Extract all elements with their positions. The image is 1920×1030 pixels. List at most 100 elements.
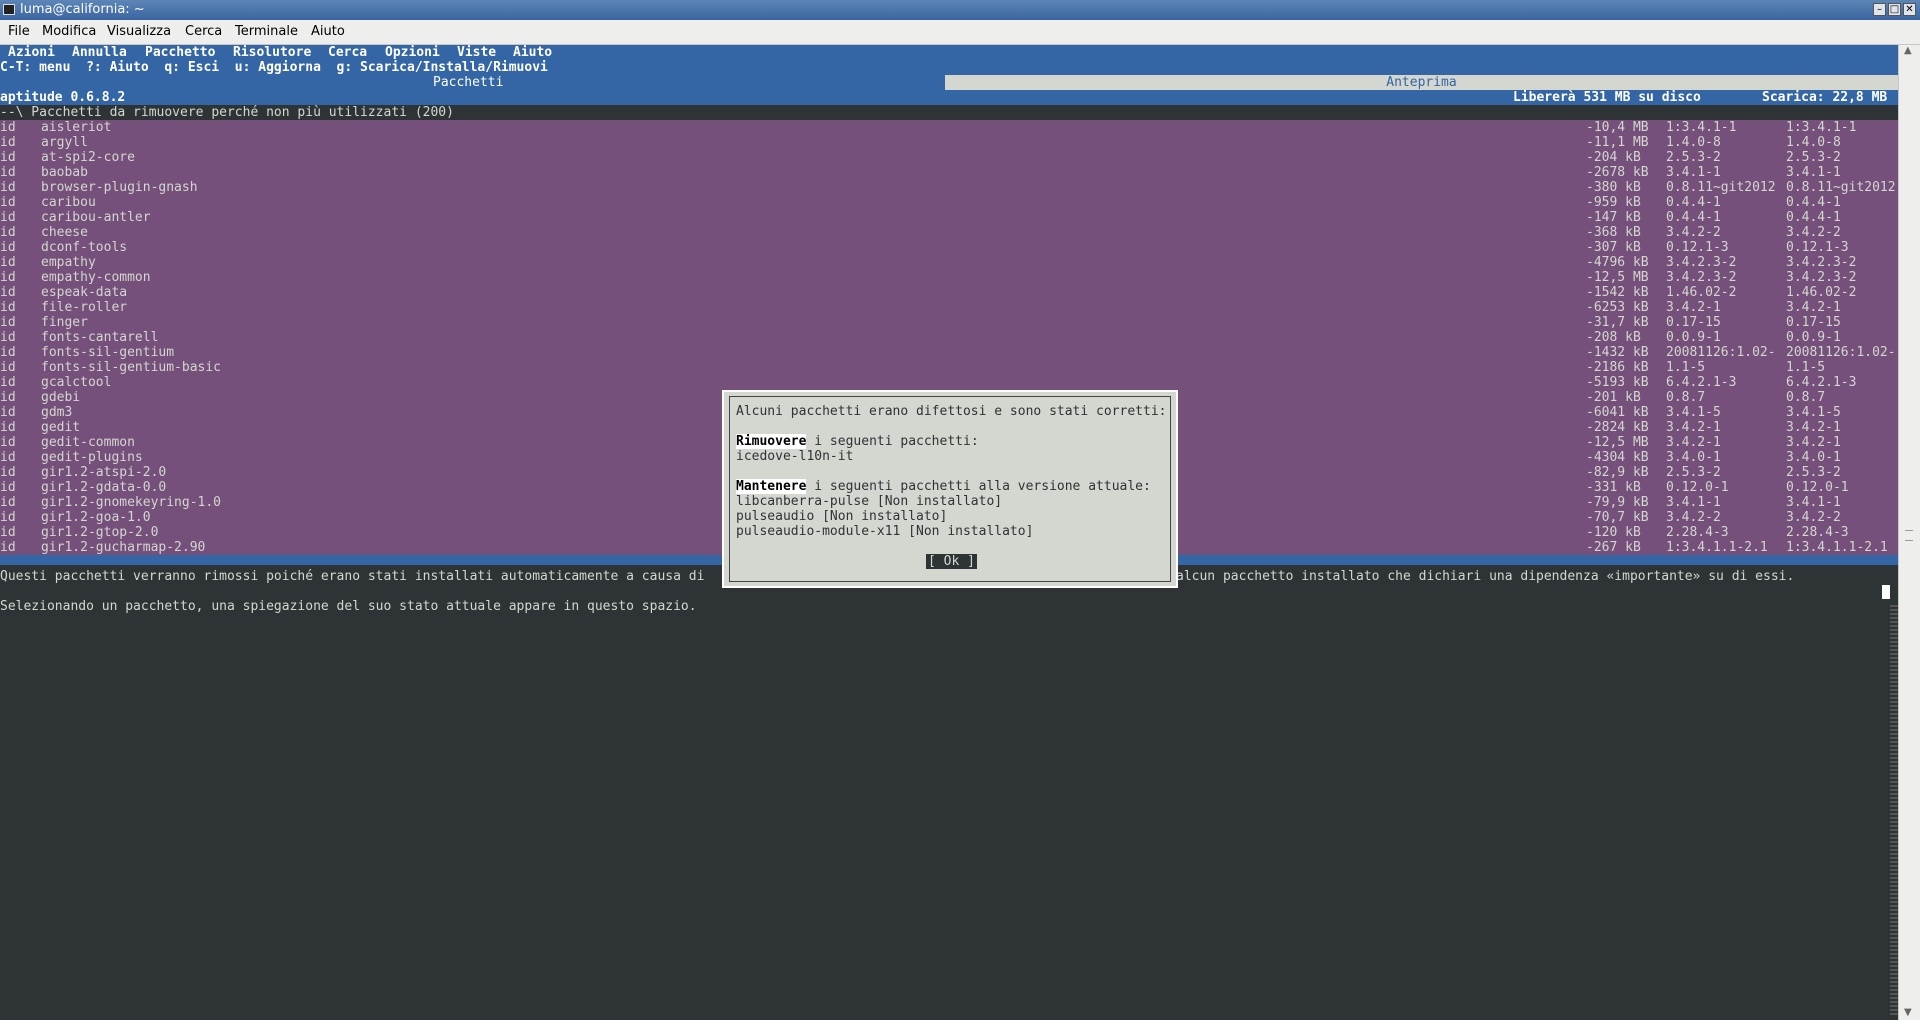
pkg-current-version: 20081126:1.02- [1666,345,1776,360]
package-row[interactable]: id fonts-sil-gentium -1432 kB 20081126:1.02… [0,345,1898,360]
keep-item: pulseaudio-module-x11 [Non installato] [736,524,1034,539]
pkg-size: -147 kB [1586,210,1641,225]
pkg-new-version: 3.4.2-2 [1786,225,1841,240]
package-row[interactable]: id baobab -2678 kB 3.4.1-1 3.4.1-1 [0,165,1898,180]
package-row[interactable]: id caribou-antler -147 kB 0.4.4-1 0.4.4-1 [0,210,1898,225]
apt-menu-annulla[interactable]: Annulla [72,45,127,60]
menu-terminale[interactable]: Terminale [235,24,298,39]
apt-menu-viste[interactable]: Viste [457,45,496,60]
pkg-size: -380 kB [1586,180,1641,195]
tab-anteprima[interactable]: Anteprima [945,75,1898,90]
pkg-flag: id [0,165,16,180]
apt-menu-aiuto[interactable]: Aiuto [513,45,552,60]
pkg-size: -6041 kB [1586,405,1649,420]
fix-dialog: Alcuni pacchetti erano difettosi e sono … [722,390,1178,588]
package-row[interactable]: id gcalctool -5193 kB 6.4.2.1-3 6.4.2.1-3 [0,375,1898,390]
pkg-flag: id [0,150,16,165]
tab-pacchetti[interactable]: Pacchetti [433,75,503,90]
keep-rest: i seguenti pacchetti alla versione attua… [806,479,1151,494]
menu-visualizza[interactable]: Visualizza [107,24,171,39]
pkg-current-version: 1.46.02-2 [1666,285,1737,300]
pkg-size: -208 kB [1586,330,1641,345]
pkg-current-version: 0.12.1-3 [1666,240,1729,255]
close-button[interactable]: ✕ [1903,3,1916,16]
pkg-new-version: 0.8.7 [1786,390,1826,405]
pkg-current-version: 2.5.3-2 [1666,150,1721,165]
pkg-current-version: 3.4.2.3-2 [1666,270,1737,285]
scroll-grip[interactable] [1905,530,1913,541]
pkg-size: -267 kB [1586,540,1641,555]
maximize-button[interactable]: □ [1888,3,1901,16]
pkg-name: fonts-cantarell [41,330,159,345]
pkg-size: -204 kB [1586,150,1641,165]
pkg-new-version: 3.4.2.3-2 [1786,255,1857,270]
pkg-name: gedit-common [41,435,135,450]
minimize-button[interactable]: – [1873,3,1886,16]
pkg-new-version: 0.0.9-1 [1786,330,1841,345]
package-row[interactable]: id aisleriot -10,4 MB 1:3.4.1-1 1:3.4.1-1 [0,120,1898,135]
package-row[interactable]: id empathy-common -12,5 MB 3.4.2.3-2 3.4.2.3… [0,270,1898,285]
pkg-size: -2824 kB [1586,420,1649,435]
package-row[interactable]: id finger -31,7 kB 0.17-15 0.17-15 [0,315,1898,330]
pkg-name: gir1.2-gnomekeyring-1.0 [41,495,222,510]
package-row[interactable]: id dconf-tools -307 kB 0.12.1-3 0.12.1-3 [0,240,1898,255]
package-row[interactable]: id caribou -959 kB 0.4.4-1 0.4.4-1 [0,195,1898,210]
package-row[interactable]: id espeak-data -1542 kB 1.46.02-2 1.46.02-2 [0,285,1898,300]
pkg-name: finger [41,315,88,330]
pkg-flag: id [0,525,16,540]
pkg-flag: id [0,360,16,375]
pkg-new-version: 6.4.2.1-3 [1786,375,1857,390]
pkg-name: fonts-sil-gentium-basic [41,360,222,375]
package-row[interactable]: id at-spi2-core -204 kB 2.5.3-2 2.5.3-2 [0,150,1898,165]
pkg-current-version: 2.5.3-2 [1666,465,1721,480]
pkg-name: file-roller [41,300,128,315]
pkg-new-version: 1.4.0-8 [1786,135,1841,150]
package-row[interactable]: id empathy -4796 kB 3.4.2.3-2 3.4.2.3-2 [0,255,1898,270]
pkg-current-version: 6.4.2.1-3 [1666,375,1737,390]
pkg-flag: id [0,180,16,195]
terminal-cursor [1882,585,1890,599]
apt-menu-cerca[interactable]: Cerca [328,45,367,60]
menu-aiuto[interactable]: Aiuto [311,24,345,39]
pkg-current-version: 2.28.4-3 [1666,525,1729,540]
section-header-row[interactable]: --\ Pacchetti da rimuovere perché non pi… [0,105,1898,120]
scroll-stripe [1890,605,1898,1015]
pkg-new-version: 3.4.2-1 [1786,435,1841,450]
apt-menu-azioni[interactable]: Azioni [8,45,55,60]
apt-menu-opzioni[interactable]: Opzioni [385,45,440,60]
menu-file[interactable]: File [8,24,30,39]
pkg-new-version: 0.4.4-1 [1786,210,1841,225]
hint-line: Selezionando un pacchetto, una spiegazio… [0,599,1898,614]
pkg-flag: id [0,225,16,240]
package-row[interactable]: id fonts-cantarell -208 kB 0.0.9-1 0.0.9-1 [0,330,1898,345]
terminal-scrollbar[interactable]: ▲ ▼ [1898,45,1920,1020]
info-left: Questi pacchetti verranno rimossi poiché… [0,569,705,584]
pkg-size: -12,5 MB [1586,435,1649,450]
pkg-size: -4304 kB [1586,450,1649,465]
pkg-flag: id [0,450,16,465]
pkg-name: cheese [41,225,88,240]
ok-button[interactable]: [ Ok ] [926,554,977,569]
apt-menu-pacchetto[interactable]: Pacchetto [145,45,215,60]
scroll-down-icon[interactable]: ▼ [1904,1007,1912,1018]
package-row[interactable]: id argyll -11,1 MB 1.4.0-8 1.4.0-8 [0,135,1898,150]
apt-menu-risolutore[interactable]: Risolutore [233,45,311,60]
scroll-up-icon[interactable]: ▲ [1904,45,1912,56]
pkg-name: gedit [41,420,81,435]
pkg-new-version: 1.46.02-2 [1786,285,1857,300]
pkg-new-version: 3.4.2-2 [1786,510,1841,525]
pkg-flag: id [0,480,16,495]
package-row[interactable]: id file-roller -6253 kB 3.4.2-1 3.4.2-1 [0,300,1898,315]
pkg-new-version: 2.28.4-3 [1786,525,1849,540]
package-row[interactable]: id fonts-sil-gentium-basic -2186 kB 1.1-5 1.… [0,360,1898,375]
package-row[interactable]: id cheese -368 kB 3.4.2-2 3.4.2-2 [0,225,1898,240]
pkg-flag: id [0,195,16,210]
pkg-size: -4796 kB [1586,255,1649,270]
package-row[interactable]: id browser-plugin-gnash -380 kB 0.8.11~git2… [0,180,1898,195]
menu-cerca[interactable]: Cerca [185,24,222,39]
remove-item: icedove-l10n-it [736,449,854,464]
pkg-name: at-spi2-core [41,150,135,165]
pkg-current-version: 3.4.2-2 [1666,510,1721,525]
menu-modifica[interactable]: Modifica [42,24,96,39]
pkg-name: gir1.2-atspi-2.0 [41,465,167,480]
